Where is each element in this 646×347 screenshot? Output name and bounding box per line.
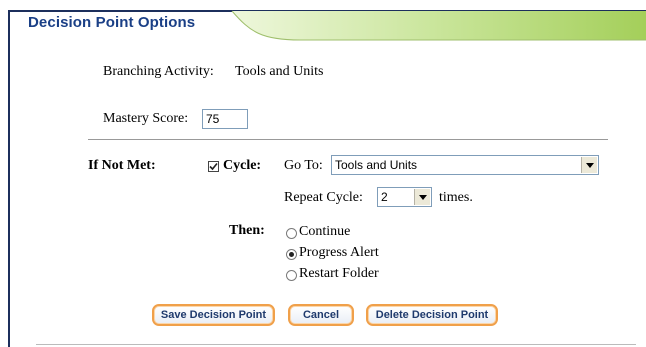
cancel-button[interactable]: Cancel: [288, 304, 354, 326]
section-divider: [88, 139, 608, 140]
repeat-cycle-select[interactable]: 2: [377, 187, 432, 207]
checkmark-icon: [209, 162, 218, 171]
goto-select[interactable]: Tools and Units: [331, 155, 599, 175]
goto-select-value: Tools and Units: [335, 158, 418, 172]
mastery-score-label: Mastery Score:: [103, 111, 189, 126]
option-progress-alert-label: Progress Alert: [299, 245, 379, 260]
repeat-cycle-value: 2: [381, 190, 388, 204]
radio-continue[interactable]: [286, 228, 297, 239]
repeat-cycle-label: Repeat Cycle:: [284, 190, 363, 205]
bottom-divider: [36, 344, 636, 345]
cycle-label: Cycle:: [223, 158, 262, 173]
goto-label: Go To:: [284, 158, 323, 173]
chevron-down-icon: [585, 162, 594, 168]
branching-activity-value: Tools and Units: [235, 64, 324, 79]
option-restart-folder-label: Restart Folder: [299, 266, 379, 281]
radio-restart-folder[interactable]: [286, 270, 297, 281]
goto-dropdown-button[interactable]: [581, 157, 597, 173]
panel-title: Decision Point Options: [28, 14, 196, 31]
times-label: times.: [439, 190, 473, 205]
repeat-dropdown-button[interactable]: [414, 189, 430, 205]
then-label: Then:: [229, 223, 265, 238]
chevron-down-icon: [418, 194, 427, 200]
panel-left-border: [8, 10, 10, 347]
delete-decision-point-button[interactable]: Delete Decision Point: [366, 304, 498, 326]
mastery-score-input[interactable]: 75: [202, 109, 248, 129]
decision-point-panel: Decision Point Options Branching Activit…: [0, 0, 646, 347]
if-not-met-label: If Not Met:: [88, 158, 156, 173]
branching-activity-label: Branching Activity:: [103, 64, 214, 79]
save-decision-point-button[interactable]: Save Decision Point: [152, 304, 275, 326]
option-continue-label: Continue: [299, 224, 351, 239]
cycle-checkbox[interactable]: [208, 161, 219, 172]
radio-progress-alert[interactable]: [286, 249, 297, 260]
